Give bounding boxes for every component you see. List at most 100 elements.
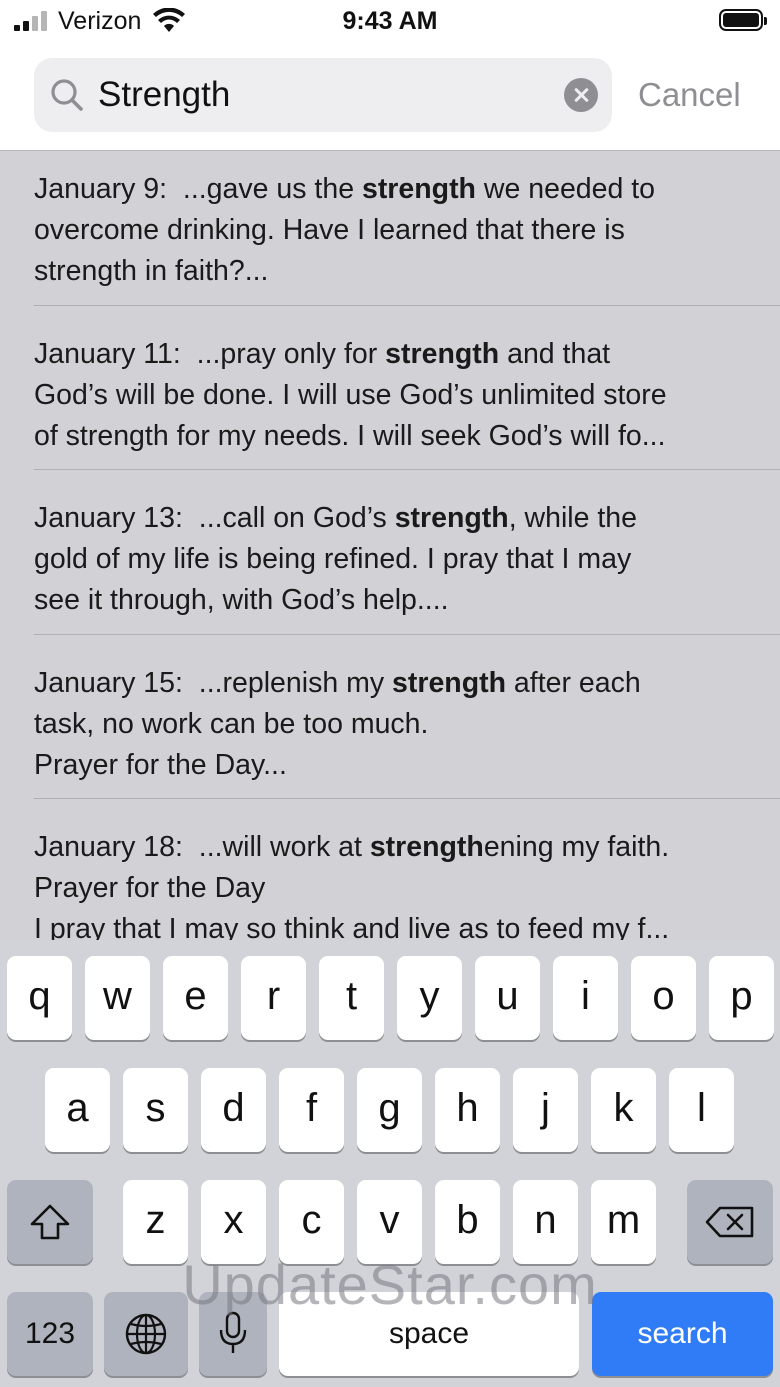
search-input[interactable] [98,68,558,122]
result-text: , while the [508,502,638,534]
key-t[interactable]: t [319,956,384,1040]
key-n[interactable]: n [513,1180,578,1264]
key-m[interactable]: m [591,1180,656,1264]
result-date: January 11: [34,338,181,370]
result-text: Prayer for the Day... [34,749,287,781]
result-date: January 9: [34,173,168,205]
search-bar[interactable] [34,58,612,132]
key-r[interactable]: r [241,956,306,1040]
result-line: I pray that I may so think and live as t… [34,909,746,941]
search-key[interactable]: search [592,1292,773,1376]
key-c[interactable]: c [279,1180,344,1264]
result-line: January 18: ...will work at strengthenin… [34,827,746,868]
result-text: task, no work can be too much. [34,708,429,740]
result-line: January 15: ...replenish my strength aft… [34,663,746,704]
key-b[interactable]: b [435,1180,500,1264]
battery-icon [719,9,767,31]
result-text: strength in faith?... [34,255,269,287]
key-d[interactable]: d [201,1068,266,1152]
key-f[interactable]: f [279,1068,344,1152]
status-time: 9:43 AM [342,7,438,35]
result-text: gold of my life is being refined. I pray… [34,543,632,575]
result-text: after each [506,667,641,699]
key-a[interactable]: a [45,1068,110,1152]
result-match-highlight: strength [369,831,484,863]
result-line: January 11: ...pray only for strength an… [34,334,746,375]
result-text: ...gave us the [167,173,362,205]
cancel-button[interactable]: Cancel [638,76,741,114]
result-item[interactable]: January 18: ...will work at strengthenin… [34,827,746,941]
result-line: January 9: ...gave us the strength we ne… [34,169,746,210]
space-key[interactable]: space [279,1292,579,1376]
backspace-icon [705,1206,754,1238]
result-text: ening my faith. [483,831,670,863]
result-date: January 15: [34,667,183,699]
key-j[interactable]: j [513,1068,578,1152]
status-bar: Verizon 9:43 AM [0,0,780,44]
result-match-highlight: strength [392,667,507,699]
key-e[interactable]: e [163,956,228,1040]
result-line: strength in faith?... [34,251,746,292]
result-item[interactable]: January 15: ...replenish my strength aft… [34,663,746,786]
result-line: overcome drinking. Have I learned that t… [34,210,746,251]
result-line: of strength for my needs. I will seek Go… [34,416,746,457]
result-text: I pray that I may so think and live as t… [34,913,670,941]
result-item[interactable]: January 11: ...pray only for strength an… [34,334,746,457]
result-text: of strength for my needs. I will seek Go… [34,420,666,452]
key-x[interactable]: x [201,1180,266,1264]
result-separator [34,634,780,635]
globe-icon [125,1313,167,1355]
key-z[interactable]: z [123,1180,188,1264]
result-item[interactable]: January 9: ...gave us the strength we ne… [34,169,746,292]
result-separator [34,469,780,470]
shift-icon [30,1204,70,1240]
globe-key[interactable] [104,1292,188,1376]
result-text: God’s will be done. I will use God’s unl… [34,379,667,411]
shift-key[interactable] [7,1180,93,1264]
key-v[interactable]: v [357,1180,422,1264]
result-line: God’s will be done. I will use God’s unl… [34,375,746,416]
result-line: January 13: ...call on God’s strength, w… [34,498,746,539]
result-text: ...will work at [182,831,370,863]
result-date: January 13: [34,502,183,534]
dictation-key[interactable] [199,1292,267,1376]
result-separator [34,305,780,306]
key-s[interactable]: s [123,1068,188,1152]
key-g[interactable]: g [357,1068,422,1152]
numbers-key[interactable]: 123 [7,1292,93,1376]
key-k[interactable]: k [591,1068,656,1152]
result-item[interactable]: January 13: ...call on God’s strength, w… [34,498,746,621]
result-text: we needed to [475,173,656,205]
key-p[interactable]: p [709,956,774,1040]
result-separator [34,798,780,799]
key-l[interactable]: l [669,1068,734,1152]
keyboard: 123 space search qwertyuiop asdfghjkl zxcv… [0,940,780,1387]
result-text: Prayer for the Day [34,872,266,904]
result-text: ...call on God’s [182,502,395,534]
result-match-highlight: strength [361,173,476,205]
result-line: gold of my life is being refined. I pray… [34,539,746,580]
key-o[interactable]: o [631,956,696,1040]
key-y[interactable]: y [397,956,462,1040]
result-text: ...replenish my [182,667,393,699]
microphone-icon [219,1311,247,1353]
search-icon [51,79,83,111]
result-date: January 18: [34,831,183,863]
result-match-highlight: strength [385,338,500,370]
search-results-list[interactable]: January 9: ...gave us the strength we ne… [0,150,780,941]
result-text: and that [499,338,611,370]
delete-key[interactable] [687,1180,773,1264]
key-u[interactable]: u [475,956,540,1040]
result-text: see it through, with God’s help.... [34,584,449,616]
key-q[interactable]: q [7,956,72,1040]
result-line: Prayer for the Day... [34,745,746,786]
search-header: Verizon 9:43 AM Cancel [0,0,780,150]
key-i[interactable]: i [553,956,618,1040]
key-w[interactable]: w [85,956,150,1040]
result-match-highlight: strength [394,502,509,534]
result-line: Prayer for the Day [34,868,746,909]
result-line: task, no work can be too much. [34,704,746,745]
clear-search-icon[interactable] [564,78,598,112]
result-line: see it through, with God’s help.... [34,580,746,621]
key-h[interactable]: h [435,1068,500,1152]
